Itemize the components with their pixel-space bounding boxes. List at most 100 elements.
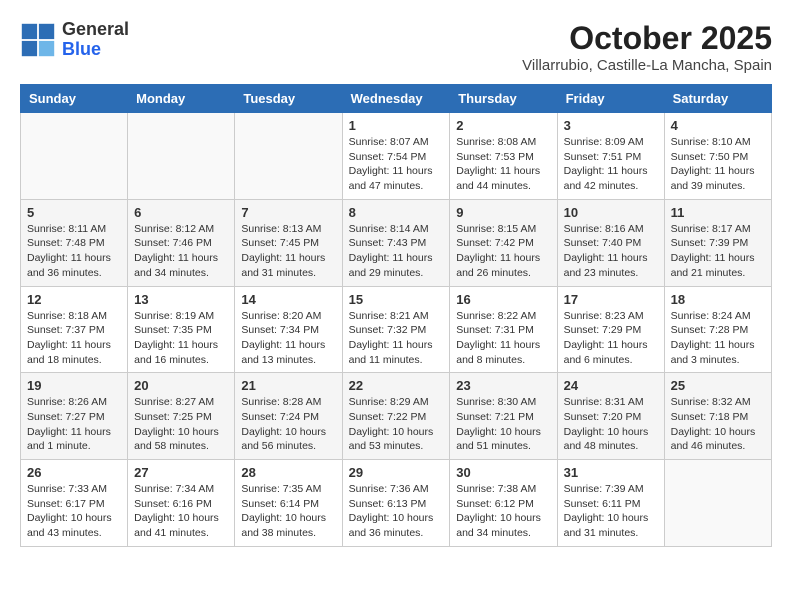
day-info: Sunrise: 8:16 AM Sunset: 7:40 PM Dayligh… <box>564 222 658 281</box>
calendar-week-row: 26Sunrise: 7:33 AM Sunset: 6:17 PM Dayli… <box>21 460 772 547</box>
day-info: Sunrise: 8:18 AM Sunset: 7:37 PM Dayligh… <box>27 309 121 368</box>
calendar-day-cell: 14 Sunrise: 8:20 AM Sunset: 7:34 PM Dayli… <box>235 286 342 373</box>
calendar-day-cell <box>235 113 342 200</box>
weekday-header-thursday: Thursday <box>450 85 557 113</box>
calendar-day-cell: 22 Sunrise: 8:29 AM Sunset: 7:22 PM Dayli… <box>342 373 450 460</box>
calendar-day-cell: 24 Sunrise: 8:31 AM Sunset: 7:20 PM Dayli… <box>557 373 664 460</box>
calendar-day-cell: 16 Sunrise: 8:22 AM Sunset: 7:31 PM Dayli… <box>450 286 557 373</box>
day-number: 21 <box>241 378 335 393</box>
logo-general: General <box>62 20 129 40</box>
day-info: Sunrise: 8:14 AM Sunset: 7:43 PM Dayligh… <box>349 222 444 281</box>
weekday-header-friday: Friday <box>557 85 664 113</box>
day-number: 5 <box>27 205 121 220</box>
day-info: Sunrise: 7:33 AM Sunset: 6:17 PM Dayligh… <box>27 482 121 541</box>
calendar-day-cell: 23 Sunrise: 8:30 AM Sunset: 7:21 PM Dayli… <box>450 373 557 460</box>
day-number: 17 <box>564 292 658 307</box>
day-info: Sunrise: 8:22 AM Sunset: 7:31 PM Dayligh… <box>456 309 550 368</box>
day-number: 12 <box>27 292 121 307</box>
calendar-week-row: 5 Sunrise: 8:11 AM Sunset: 7:48 PM Daylig… <box>21 199 772 286</box>
day-number: 29 <box>349 465 444 480</box>
calendar-day-cell: 26Sunrise: 7:33 AM Sunset: 6:17 PM Dayli… <box>21 460 128 547</box>
calendar-day-cell: 7 Sunrise: 8:13 AM Sunset: 7:45 PM Daylig… <box>235 199 342 286</box>
day-info: Sunrise: 7:39 AM Sunset: 6:11 PM Dayligh… <box>564 482 658 541</box>
calendar-day-cell <box>21 113 128 200</box>
calendar-day-cell: 9 Sunrise: 8:15 AM Sunset: 7:42 PM Daylig… <box>450 199 557 286</box>
weekday-header-tuesday: Tuesday <box>235 85 342 113</box>
calendar-week-row: 19Sunrise: 8:26 AM Sunset: 7:27 PM Dayli… <box>21 373 772 460</box>
weekday-header-saturday: Saturday <box>664 85 771 113</box>
day-info: Sunrise: 8:09 AM Sunset: 7:51 PM Dayligh… <box>564 135 658 194</box>
weekday-header-wednesday: Wednesday <box>342 85 450 113</box>
day-info: Sunrise: 8:17 AM Sunset: 7:39 PM Dayligh… <box>671 222 765 281</box>
day-info: Sunrise: 8:32 AM Sunset: 7:18 PM Dayligh… <box>671 395 765 454</box>
calendar-day-cell: 5 Sunrise: 8:11 AM Sunset: 7:48 PM Daylig… <box>21 199 128 286</box>
day-info: Sunrise: 8:26 AM Sunset: 7:27 PM Dayligh… <box>27 395 121 454</box>
calendar-day-cell: 31Sunrise: 7:39 AM Sunset: 6:11 PM Dayli… <box>557 460 664 547</box>
day-info: Sunrise: 7:34 AM Sunset: 6:16 PM Dayligh… <box>134 482 228 541</box>
day-number: 11 <box>671 205 765 220</box>
day-number: 30 <box>456 465 550 480</box>
weekday-header-row: SundayMondayTuesdayWednesdayThursdayFrid… <box>21 85 772 113</box>
logo: General Blue <box>20 20 129 60</box>
calendar-table: SundayMondayTuesdayWednesdayThursdayFrid… <box>20 84 772 547</box>
day-info: Sunrise: 8:19 AM Sunset: 7:35 PM Dayligh… <box>134 309 228 368</box>
day-info: Sunrise: 7:38 AM Sunset: 6:12 PM Dayligh… <box>456 482 550 541</box>
logo-blue: Blue <box>62 40 129 60</box>
calendar-day-cell <box>128 113 235 200</box>
day-info: Sunrise: 8:30 AM Sunset: 7:21 PM Dayligh… <box>456 395 550 454</box>
calendar-week-row: 12 Sunrise: 8:18 AM Sunset: 7:37 PM Dayli… <box>21 286 772 373</box>
calendar-day-cell: 15Sunrise: 8:21 AM Sunset: 7:32 PM Dayli… <box>342 286 450 373</box>
day-info: Sunrise: 8:15 AM Sunset: 7:42 PM Dayligh… <box>456 222 550 281</box>
day-number: 16 <box>456 292 550 307</box>
calendar-week-row: 1Sunrise: 8:07 AM Sunset: 7:54 PM Daylig… <box>21 113 772 200</box>
day-info: Sunrise: 8:31 AM Sunset: 7:20 PM Dayligh… <box>564 395 658 454</box>
calendar-day-cell: 20 Sunrise: 8:27 AM Sunset: 7:25 PM Dayli… <box>128 373 235 460</box>
calendar-day-cell: 8 Sunrise: 8:14 AM Sunset: 7:43 PM Daylig… <box>342 199 450 286</box>
day-number: 24 <box>564 378 658 393</box>
calendar-day-cell: 11 Sunrise: 8:17 AM Sunset: 7:39 PM Dayli… <box>664 199 771 286</box>
weekday-header-monday: Monday <box>128 85 235 113</box>
calendar-day-cell: 4 Sunrise: 8:10 AM Sunset: 7:50 PM Daylig… <box>664 113 771 200</box>
calendar-day-cell: 18 Sunrise: 8:24 AM Sunset: 7:28 PM Dayli… <box>664 286 771 373</box>
calendar-day-cell: 3 Sunrise: 8:09 AM Sunset: 7:51 PM Daylig… <box>557 113 664 200</box>
calendar-day-cell: 10 Sunrise: 8:16 AM Sunset: 7:40 PM Dayli… <box>557 199 664 286</box>
calendar-day-cell: 13Sunrise: 8:19 AM Sunset: 7:35 PM Dayli… <box>128 286 235 373</box>
day-number: 2 <box>456 118 550 133</box>
day-number: 7 <box>241 205 335 220</box>
day-info: Sunrise: 8:10 AM Sunset: 7:50 PM Dayligh… <box>671 135 765 194</box>
day-info: Sunrise: 8:11 AM Sunset: 7:48 PM Dayligh… <box>27 222 121 281</box>
calendar-day-cell: 27Sunrise: 7:34 AM Sunset: 6:16 PM Dayli… <box>128 460 235 547</box>
day-info: Sunrise: 8:07 AM Sunset: 7:54 PM Dayligh… <box>349 135 444 194</box>
day-number: 14 <box>241 292 335 307</box>
day-number: 22 <box>349 378 444 393</box>
day-number: 10 <box>564 205 658 220</box>
day-number: 23 <box>456 378 550 393</box>
day-number: 20 <box>134 378 228 393</box>
day-info: Sunrise: 7:35 AM Sunset: 6:14 PM Dayligh… <box>241 482 335 541</box>
day-info: Sunrise: 8:13 AM Sunset: 7:45 PM Dayligh… <box>241 222 335 281</box>
day-info: Sunrise: 8:28 AM Sunset: 7:24 PM Dayligh… <box>241 395 335 454</box>
day-number: 6 <box>134 205 228 220</box>
day-info: Sunrise: 8:27 AM Sunset: 7:25 PM Dayligh… <box>134 395 228 454</box>
calendar-day-cell: 21 Sunrise: 8:28 AM Sunset: 7:24 PM Dayli… <box>235 373 342 460</box>
day-number: 28 <box>241 465 335 480</box>
day-info: Sunrise: 8:21 AM Sunset: 7:32 PM Dayligh… <box>349 309 444 368</box>
title-area: October 2025 Villarrubio, Castille-La Ma… <box>522 20 772 74</box>
logo-text: General Blue <box>62 20 129 60</box>
day-info: Sunrise: 8:29 AM Sunset: 7:22 PM Dayligh… <box>349 395 444 454</box>
day-info: Sunrise: 8:24 AM Sunset: 7:28 PM Dayligh… <box>671 309 765 368</box>
calendar-day-cell: 1Sunrise: 8:07 AM Sunset: 7:54 PM Daylig… <box>342 113 450 200</box>
day-info: Sunrise: 8:20 AM Sunset: 7:34 PM Dayligh… <box>241 309 335 368</box>
calendar-day-cell: 6Sunrise: 8:12 AM Sunset: 7:46 PM Daylig… <box>128 199 235 286</box>
day-info: Sunrise: 7:36 AM Sunset: 6:13 PM Dayligh… <box>349 482 444 541</box>
day-number: 8 <box>349 205 444 220</box>
day-number: 18 <box>671 292 765 307</box>
weekday-header-sunday: Sunday <box>21 85 128 113</box>
calendar-day-cell: 2Sunrise: 8:08 AM Sunset: 7:53 PM Daylig… <box>450 113 557 200</box>
calendar-day-cell <box>664 460 771 547</box>
day-number: 3 <box>564 118 658 133</box>
calendar-day-cell: 12 Sunrise: 8:18 AM Sunset: 7:37 PM Dayli… <box>21 286 128 373</box>
day-number: 4 <box>671 118 765 133</box>
day-info: Sunrise: 8:23 AM Sunset: 7:29 PM Dayligh… <box>564 309 658 368</box>
day-number: 9 <box>456 205 550 220</box>
